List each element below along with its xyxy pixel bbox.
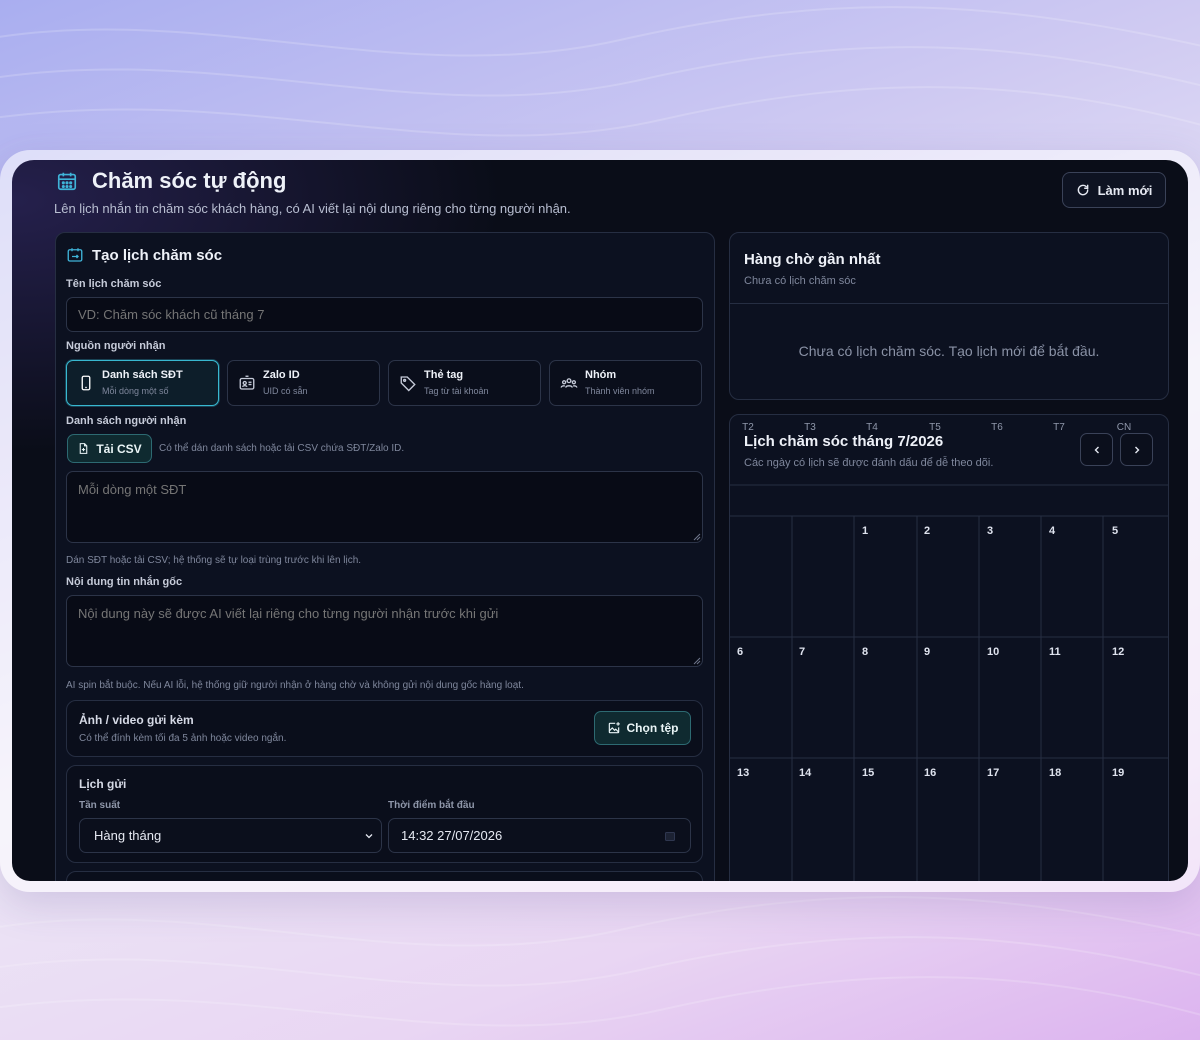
calendar-picker-icon[interactable] [664, 830, 676, 842]
next-month-button[interactable] [1120, 433, 1153, 466]
calendar-day[interactable]: 3 [987, 525, 993, 537]
recipients-textarea[interactable] [66, 471, 703, 543]
create-panel-title: Tạo lịch chăm sóc [92, 247, 223, 264]
calendar-day[interactable]: 19 [1112, 767, 1124, 779]
recipients-label: Danh sách người nhận [66, 415, 187, 427]
weekday-header: T7 [1053, 422, 1065, 433]
calendar-subtitle: Các ngày có lịch sẽ được đánh dấu để dễ … [744, 457, 994, 469]
queue-title: Hàng chờ gần nhất [744, 251, 881, 268]
weekday-header: T4 [866, 422, 878, 433]
create-schedule-panel: Tạo lịch chăm sóc Tên lịch chăm sóc Nguồ… [55, 232, 715, 881]
source-desc: Mỗi dòng một số [102, 386, 169, 396]
calendar-day[interactable]: 12 [1112, 646, 1124, 658]
group-icon [560, 378, 578, 388]
source-label: Nguồn người nhận [66, 340, 166, 352]
choose-file-button[interactable]: Chọn tệp [594, 711, 691, 745]
calendar-day[interactable]: 4 [1049, 525, 1055, 537]
queue-empty-text: Chưa có lịch chăm sóc. Tạo lịch mới để b… [798, 343, 1100, 359]
schedule-title: Lịch gửi [79, 777, 127, 791]
calendar-day[interactable]: 10 [987, 646, 999, 658]
source-option-tag[interactable]: Thẻ tag Tag từ tài khoản [388, 360, 541, 406]
weekday-header: T6 [991, 422, 1003, 433]
source-title: Thẻ tag [424, 369, 464, 381]
upload-csv-button[interactable]: Tải CSV [67, 434, 152, 463]
content-label: Nội dung tin nhắn gốc [66, 576, 183, 588]
file-plus-icon [80, 443, 88, 454]
frequency-select[interactable]: Hàng tháng [79, 818, 382, 853]
freq-label: Tần suất [79, 800, 121, 811]
calendar-day[interactable]: 16 [924, 767, 936, 779]
frequency-value: Hàng tháng [94, 828, 162, 843]
calendar-day[interactable]: 18 [1049, 767, 1061, 779]
calendar-day[interactable]: 8 [862, 646, 868, 658]
content-hint: AI spin bắt buộc. Nếu AI lỗi, hệ thống g… [66, 680, 524, 691]
id-card-icon [239, 375, 255, 390]
source-desc: Tag từ tài khoản [424, 386, 489, 396]
resize-handle-icon[interactable] [693, 533, 701, 541]
calendar-grid [730, 484, 1168, 881]
phone-icon [81, 375, 91, 391]
calendar-day[interactable]: 6 [737, 646, 743, 658]
name-label: Tên lịch chăm sóc [66, 278, 162, 290]
start-label: Thời điểm bắt đầu [388, 800, 475, 811]
schedule-icon [67, 248, 83, 262]
weekday-header: CN [1116, 422, 1132, 433]
calendar-day[interactable]: 14 [799, 767, 811, 779]
weekday-header: T5 [929, 422, 941, 433]
chevron-right-icon [1134, 446, 1139, 453]
next-section [66, 871, 703, 881]
tag-icon [400, 376, 416, 392]
source-option-zalo-id[interactable]: Zalo ID UID có sẵn [227, 360, 380, 406]
source-option-phone-list[interactable]: Danh sách SĐT Mỗi dòng một số [66, 360, 219, 406]
csv-hint: Có thể dán danh sách hoặc tải CSV chứa S… [159, 443, 405, 454]
calendar-day[interactable]: 17 [987, 767, 999, 779]
source-option-group[interactable]: Nhóm Thành viên nhóm [549, 360, 702, 406]
resize-handle-icon[interactable] [693, 657, 701, 665]
calendar-day[interactable]: 2 [924, 525, 930, 537]
content-textarea[interactable] [66, 595, 703, 667]
choose-file-label: Chọn tệp [626, 721, 679, 735]
calendar-day[interactable]: 7 [799, 646, 805, 658]
start-datetime-input[interactable]: 14:32 27/07/2026 [388, 818, 691, 853]
schedule-section: Lịch gửi Tần suất Thời điểm bắt đầu Hàng… [66, 765, 703, 863]
source-title: Danh sách SĐT [102, 369, 183, 381]
chevron-left-icon [1094, 446, 1099, 453]
calendar-day[interactable]: 1 [862, 525, 868, 537]
schedule-name-input[interactable] [66, 297, 703, 332]
source-desc: Thành viên nhóm [585, 386, 655, 396]
calendar-day[interactable]: 13 [737, 767, 749, 779]
refresh-label: Làm mới [1097, 182, 1153, 198]
calendar-day[interactable]: 5 [1112, 525, 1118, 537]
page-title: Chăm sóc tự động [92, 168, 287, 193]
media-title: Ảnh / video gửi kèm [79, 713, 194, 727]
start-datetime-value: 14:32 27/07/2026 [401, 828, 503, 843]
calendar-title: Lịch chăm sóc tháng 7/2026 [744, 433, 944, 450]
weekday-header: T2 [742, 422, 754, 433]
recipients-hint: Dán SĐT hoặc tải CSV; hệ thống sẽ tự loạ… [66, 555, 362, 566]
refresh-button[interactable]: Làm mới [1062, 172, 1166, 208]
source-desc: UID có sẵn [263, 386, 308, 396]
source-title: Zalo ID [263, 369, 300, 381]
upload-csv-label: Tải CSV [96, 441, 142, 456]
source-title: Nhóm [585, 369, 617, 381]
chevron-down-icon [365, 834, 373, 839]
refresh-icon [1077, 184, 1088, 196]
image-add-icon [608, 722, 620, 734]
calendar-day[interactable]: 15 [862, 767, 874, 779]
media-section: Ảnh / video gửi kèm Có thể đính kèm tối … [66, 700, 703, 757]
weekday-header: T3 [804, 422, 816, 433]
calendar-day[interactable]: 9 [924, 646, 930, 658]
page-subtitle: Lên lịch nhắn tin chăm sóc khách hàng, c… [54, 201, 571, 216]
calendar-icon [57, 172, 77, 191]
media-desc: Có thể đính kèm tối đa 5 ảnh hoặc video … [79, 733, 287, 744]
queue-panel: Hàng chờ gần nhất Chưa có lịch chăm sóc … [729, 232, 1169, 400]
queue-divider [730, 303, 1168, 304]
calendar-day[interactable]: 11 [1049, 646, 1061, 658]
queue-subtitle: Chưa có lịch chăm sóc [744, 275, 856, 287]
app-screen: Chăm sóc tự động Lên lịch nhắn tin chăm … [12, 160, 1188, 881]
prev-month-button[interactable] [1080, 433, 1113, 466]
